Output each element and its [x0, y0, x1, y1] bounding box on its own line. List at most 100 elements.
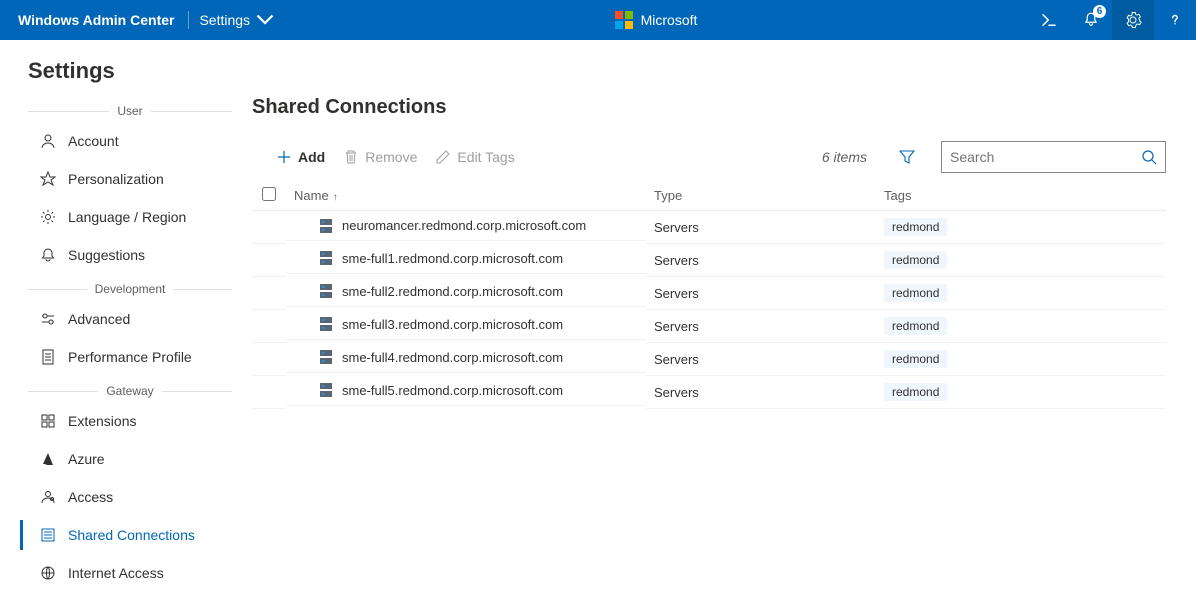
column-header-tags[interactable]: Tags	[876, 181, 1166, 211]
sidebar-item-label: Suggestions	[68, 247, 145, 263]
table-row[interactable]: sme-full1.redmond.corp.microsoft.com Serv…	[252, 244, 1166, 277]
select-all-checkbox[interactable]	[262, 187, 276, 201]
column-header-type[interactable]: Type	[646, 181, 876, 211]
remove-button[interactable]: Remove	[343, 149, 417, 165]
edit-tags-button[interactable]: Edit Tags	[435, 149, 514, 165]
tag-chip[interactable]: redmond	[884, 317, 947, 335]
chevron-down-icon	[256, 11, 274, 29]
edit-tags-button-label: Edit Tags	[457, 149, 514, 165]
cell-tags: redmond	[876, 244, 1166, 277]
sidebar-item-label: Access	[68, 489, 113, 505]
nav-group-label: User	[20, 104, 240, 118]
sliders-icon	[40, 311, 56, 327]
tag-chip[interactable]: redmond	[884, 251, 947, 269]
notifications-button[interactable]: 6	[1070, 0, 1112, 40]
azure-icon	[40, 451, 56, 467]
server-icon	[320, 317, 332, 331]
cell-name: sme-full4.redmond.corp.microsoft.com	[286, 343, 646, 373]
connections-table: Name↑ Type Tags neuromancer.redmond.corp…	[252, 181, 1166, 409]
toolbar: Add Remove Edit Tags 6 items	[252, 141, 1166, 173]
cell-name: neuromancer.redmond.corp.microsoft.com	[286, 211, 646, 241]
sidebar-item-language[interactable]: Language / Region	[20, 198, 240, 236]
person-icon	[40, 133, 56, 149]
connection-name: sme-full1.redmond.corp.microsoft.com	[342, 251, 563, 266]
table-row[interactable]: sme-full5.redmond.corp.microsoft.comServ…	[252, 376, 1166, 409]
plus-icon	[276, 149, 292, 165]
filter-button[interactable]	[891, 141, 923, 173]
tag-chip[interactable]: redmond	[884, 284, 947, 302]
tag-chip[interactable]: redmond	[884, 350, 947, 368]
gear-icon	[40, 209, 56, 225]
column-header-name[interactable]: Name↑	[286, 181, 646, 211]
settings-button[interactable]	[1112, 0, 1154, 40]
cell-type: Servers	[646, 343, 876, 376]
trash-icon	[343, 149, 359, 165]
key-icon	[40, 489, 56, 505]
nav-group-label: Gateway	[20, 384, 240, 398]
topbar-actions: 6	[1028, 0, 1196, 40]
sidebar-item-label: Internet Access	[68, 565, 164, 581]
cell-tags: redmond	[876, 277, 1166, 310]
connection-name: sme-full2.redmond.corp.microsoft.com	[342, 284, 563, 299]
powershell-button[interactable]	[1028, 0, 1070, 40]
server-icon	[320, 251, 332, 265]
app-title[interactable]: Windows Admin Center	[0, 12, 188, 28]
sidebar-item-label: Extensions	[68, 413, 136, 429]
search-input[interactable]	[950, 149, 1135, 165]
server-icon	[320, 219, 332, 233]
server-icon	[320, 284, 332, 298]
sidebar-item-internet[interactable]: Internet Access	[20, 554, 240, 592]
add-button[interactable]: Add	[276, 149, 325, 165]
sidebar-item-azure[interactable]: Azure	[20, 440, 240, 478]
tag-chip[interactable]: redmond	[884, 218, 947, 236]
sidebar-item-perf[interactable]: Performance Profile	[20, 338, 240, 376]
pencil-icon	[435, 149, 451, 165]
table-row[interactable]: sme-full2.redmond.corp.microsoft.com Serv…	[252, 277, 1166, 310]
sidenav: User Account Personalization Language / Reg…	[0, 90, 240, 592]
cell-name: sme-full5.redmond.corp.microsoft.com	[286, 376, 646, 406]
notification-badge: 6	[1093, 5, 1106, 18]
sidebar-item-label: Shared Connections	[68, 527, 195, 543]
cell-type: Servers	[646, 376, 876, 409]
sidebar-item-extensions[interactable]: Extensions	[20, 402, 240, 440]
table-row[interactable]: neuromancer.redmond.corp.microsoft.com Se…	[252, 211, 1166, 244]
sidebar-item-account[interactable]: Account	[20, 122, 240, 160]
sidebar-item-suggestions[interactable]: Suggestions	[20, 236, 240, 274]
sidebar-item-shared[interactable]: Shared Connections	[20, 516, 240, 554]
star-icon	[40, 171, 56, 187]
cell-name: sme-full2.redmond.corp.microsoft.com	[286, 277, 646, 307]
tag-chip[interactable]: redmond	[884, 383, 947, 401]
cell-tags: redmond	[876, 376, 1166, 409]
server-icon	[320, 383, 332, 397]
top-bar: Windows Admin Center Settings Microsoft …	[0, 0, 1196, 40]
sidebar-item-label: Language / Region	[68, 209, 186, 225]
cell-name: sme-full3.redmond.corp.microsoft.com	[286, 310, 646, 340]
table-row[interactable]: sme-full4.redmond.corp.microsoft.com Serv…	[252, 343, 1166, 376]
cell-tags: redmond	[876, 310, 1166, 343]
add-button-label: Add	[298, 149, 325, 165]
connection-name: sme-full4.redmond.corp.microsoft.com	[342, 350, 563, 365]
server-icon	[320, 350, 332, 364]
cell-type: Servers	[646, 211, 876, 244]
nav-group-label: Development	[20, 282, 240, 296]
search-box[interactable]	[941, 141, 1166, 173]
grid-icon	[40, 413, 56, 429]
cell-type: Servers	[646, 244, 876, 277]
sidebar-item-label: Account	[68, 133, 119, 149]
globe-icon	[40, 565, 56, 581]
sidebar-item-access[interactable]: Access	[20, 478, 240, 516]
bell-icon	[40, 247, 56, 263]
sidebar-item-advanced[interactable]: Advanced	[20, 300, 240, 338]
brand: Microsoft	[284, 11, 1028, 29]
page-dropdown[interactable]: Settings	[189, 11, 284, 29]
content-heading: Shared Connections	[252, 96, 1166, 119]
brand-text: Microsoft	[641, 12, 698, 28]
table-row[interactable]: sme-full3.redmond.corp.microsoft.comServ…	[252, 310, 1166, 343]
connection-name: neuromancer.redmond.corp.microsoft.com	[342, 218, 586, 233]
item-count: 6 items	[822, 149, 867, 165]
cell-type: Servers	[646, 277, 876, 310]
sidebar-item-personalization[interactable]: Personalization	[20, 160, 240, 198]
help-button[interactable]	[1154, 0, 1196, 40]
content-pane: Shared Connections Add Remove Edit Tags	[240, 90, 1196, 592]
microsoft-logo-icon	[615, 11, 633, 29]
